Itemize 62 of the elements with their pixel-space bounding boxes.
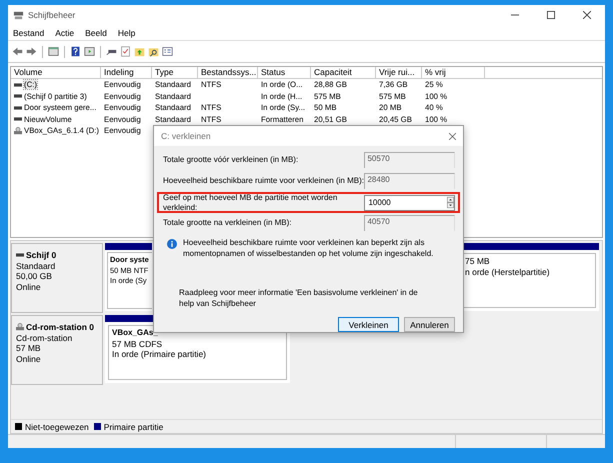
info-text: Hoeveelheid beschikbare ruimte voor verkleinen kan beperkt zijn als momentopnamen of wisselbestanden op het volume zijn ingeschakeld. xyxy=(183,238,434,259)
legend-label: Primaire partitie xyxy=(104,422,164,432)
disk-info: Online xyxy=(16,282,42,292)
disk-name: Schijf 0 xyxy=(26,250,56,260)
partition-block[interactable]: 75 MB n orde (Herstelpartitie) xyxy=(461,243,599,311)
readonly-field: 28480 xyxy=(364,173,455,189)
spin-arrows-icon[interactable] xyxy=(447,196,454,209)
disk-info: Standaard xyxy=(16,260,56,271)
field-label: Totale grootte vóór verkleinen (in MB): xyxy=(163,154,300,164)
column-header[interactable]: % vrij xyxy=(422,67,485,78)
disk-label-panel[interactable]: Cd-rom-station 0 Cd-rom-station 57 MB Online xyxy=(11,315,103,385)
help-text: Raadpleeg voor meer informatie 'Een basisvolume verkleinen' in de help van Schijfbeheer xyxy=(178,287,419,309)
disk-info: Online xyxy=(16,354,42,364)
disk-info: 57 MB xyxy=(16,343,42,354)
close-icon[interactable] xyxy=(449,132,456,140)
field-label: Hoeveelheid beschikbare ruimte voor verkleinen (in MB): xyxy=(163,175,364,186)
checklist-icon[interactable] xyxy=(120,46,131,57)
column-header[interactable]: Status xyxy=(258,67,311,78)
back-arrow-icon[interactable] xyxy=(12,46,23,57)
partition-info: In orde (Primaire partitie) xyxy=(112,349,208,360)
menu-item[interactable]: Help xyxy=(118,28,136,38)
forward-arrow-icon[interactable] xyxy=(26,46,37,57)
menu-item[interactable]: Actie xyxy=(55,28,74,38)
cd-drive-icon xyxy=(14,126,22,135)
partition-info: 57 MB CDFS xyxy=(112,338,164,349)
folder-search-icon[interactable] xyxy=(148,46,159,57)
partition-info: 75 MB xyxy=(465,256,491,266)
spin-input-field[interactable]: 10000 xyxy=(364,194,455,210)
panel-icon[interactable] xyxy=(48,46,59,57)
dialog-button[interactable]: Verkleinen xyxy=(338,317,399,332)
field-label: Geef op met hoeveel MB de partitie moet worden verkleind: xyxy=(163,193,338,212)
readonly-field: 50570 xyxy=(364,152,455,168)
cd-drive-icon xyxy=(16,323,24,332)
partition-bar xyxy=(105,243,152,250)
column-header[interactable]: Type xyxy=(152,67,198,78)
readonly-field: 40570 xyxy=(364,215,455,231)
properties-icon[interactable] xyxy=(162,46,173,57)
help-icon[interactable] xyxy=(70,46,81,57)
dialog-title: C: verkleinen xyxy=(161,131,211,141)
disk-management-icon xyxy=(13,10,24,20)
menu-item[interactable]: Bestand xyxy=(13,28,44,38)
column-header[interactable]: Bestandssys... xyxy=(198,67,258,78)
partition-info: n orde (Herstelpartitie) xyxy=(465,266,551,277)
drive-icon xyxy=(16,251,24,260)
disk-name: Cd-rom-station 0 xyxy=(26,322,94,332)
disk-info: Cd-rom-station xyxy=(16,332,74,343)
legend-label: Niet-toegewezen xyxy=(25,422,89,432)
dialog-button[interactable]: Annuleren xyxy=(404,317,455,332)
column-header[interactable]: Indeling xyxy=(101,67,152,78)
disk-label-panel[interactable]: Schijf 0 Standaard 50,00 GB Online xyxy=(11,243,103,313)
info-icon xyxy=(167,239,177,249)
field-label: Totale grootte na verkleinen (in MB): xyxy=(163,217,293,228)
column-header[interactable]: Volume xyxy=(11,67,101,78)
disk-info: 50,00 GB xyxy=(16,271,53,282)
column-header[interactable]: Capaciteit xyxy=(311,67,376,78)
maximize-icon[interactable] xyxy=(547,11,555,19)
menu-item[interactable]: Beeld xyxy=(85,28,107,38)
close-icon[interactable] xyxy=(583,11,591,19)
column-header[interactable]: Vrije rui... xyxy=(376,67,422,78)
panel-icon[interactable] xyxy=(84,46,95,57)
partition-name: VBox_GAs_ xyxy=(112,328,159,338)
window-title: Schijfbeheer xyxy=(28,10,76,20)
